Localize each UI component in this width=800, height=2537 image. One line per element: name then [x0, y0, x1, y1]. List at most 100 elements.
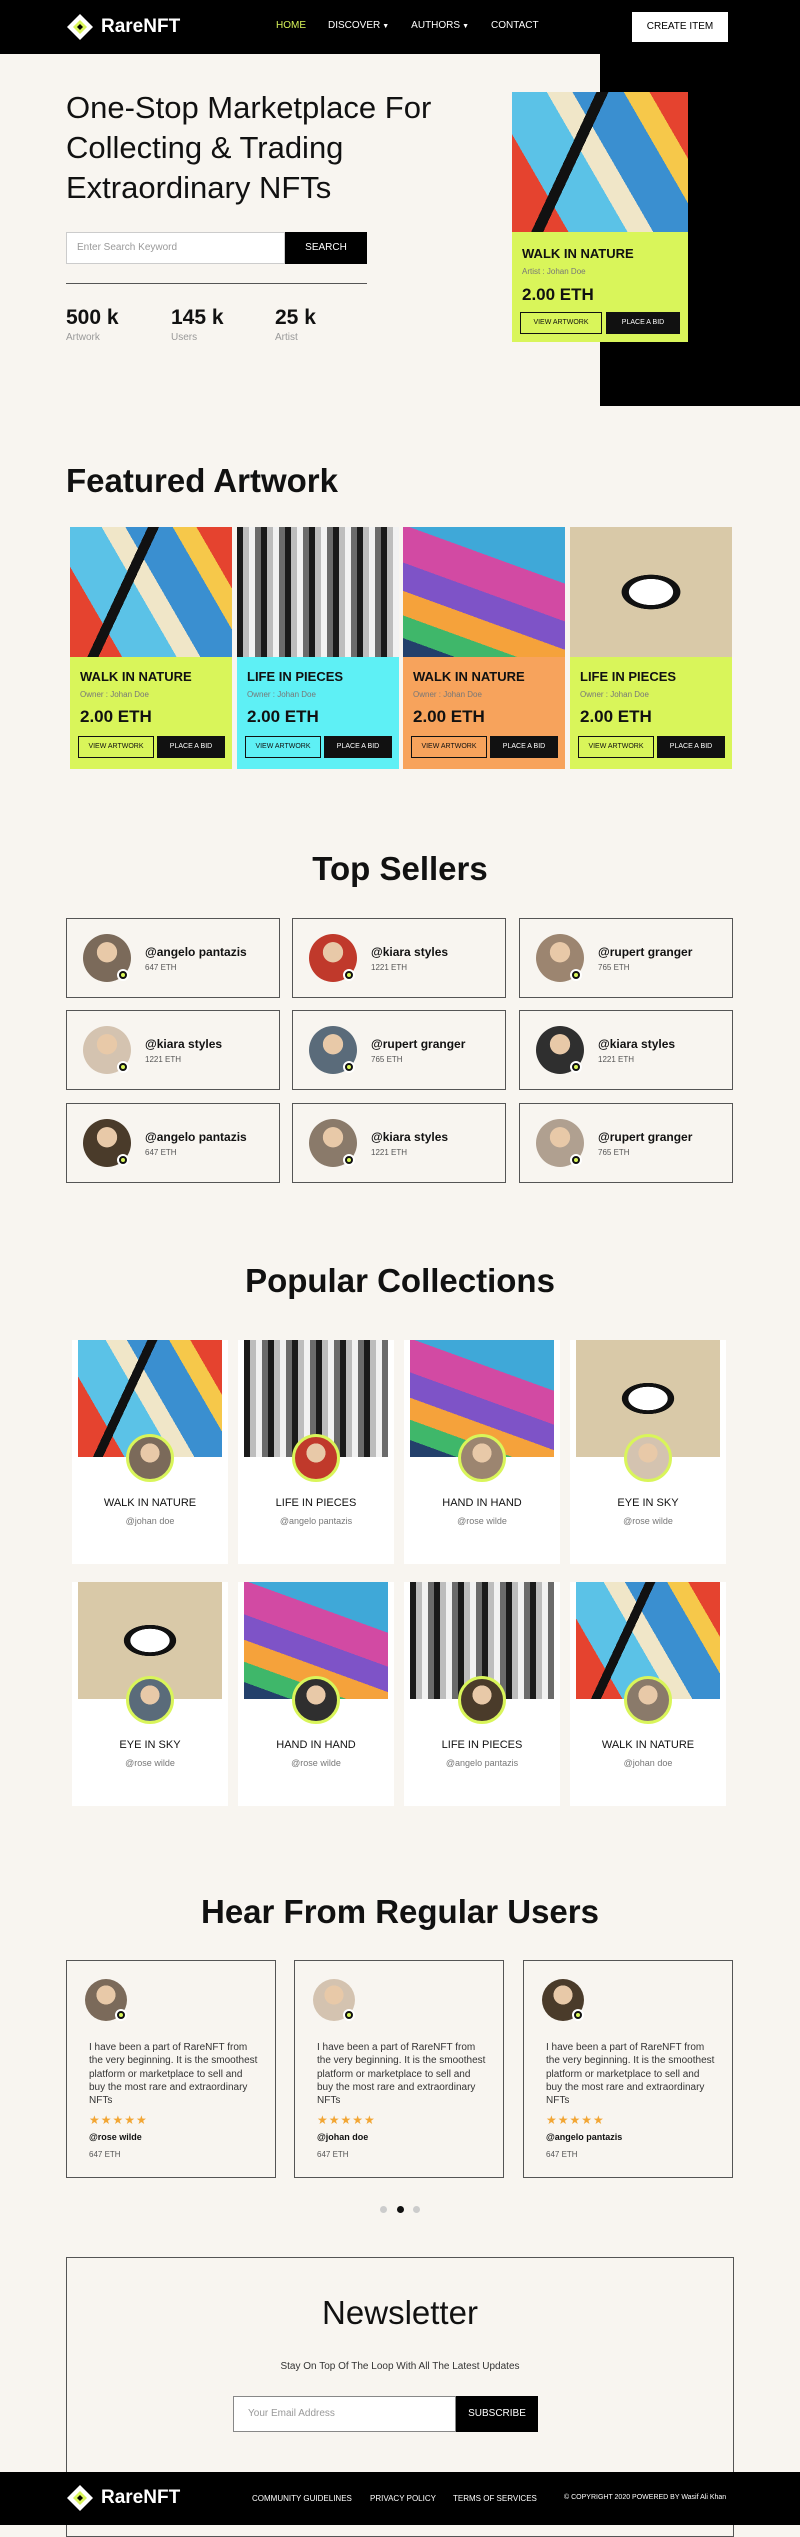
- collection-card[interactable]: WALK IN NATURE @johan doe: [570, 1582, 726, 1806]
- avatar[interactable]: [624, 1434, 672, 1482]
- card-price: 2.00 ETH: [580, 707, 652, 726]
- view-artwork-button[interactable]: VIEW ARTWORK: [411, 736, 487, 758]
- card-title: LIFE IN PIECES: [580, 669, 677, 684]
- testimonial-text: I have been a part of RareNFT from the v…: [317, 2042, 486, 2107]
- featured-card: LIFE IN PIECES Owner : Johan Doe 2.00 ETH V…: [237, 527, 399, 769]
- footer-link-community[interactable]: COMMUNITY GUIDELINES: [252, 2494, 352, 2503]
- collection-title: EYE IN SKY: [617, 1497, 679, 1509]
- carousel-dot-1[interactable]: [380, 2206, 387, 2213]
- newsletter-title: Newsletter: [322, 2294, 478, 2331]
- collection-card[interactable]: LIFE IN PIECES @angelo pantazis: [404, 1582, 560, 1806]
- brand-name: RareNFT: [101, 16, 181, 37]
- collection-title: LIFE IN PIECES: [441, 1739, 523, 1751]
- nav-home[interactable]: HOME: [276, 20, 306, 31]
- nav-discover[interactable]: DISCOVER ▼: [328, 20, 389, 31]
- collection-card[interactable]: HAND IN HAND @rose wilde: [238, 1582, 394, 1806]
- seller-card[interactable]: @kiara styles 1221 ETH: [292, 1103, 506, 1183]
- nav-authors[interactable]: AUTHORS ▼: [411, 20, 469, 31]
- seller-card[interactable]: @rupert granger 765 ETH: [519, 1103, 733, 1183]
- seller-card[interactable]: @rupert granger 765 ETH: [292, 1010, 506, 1090]
- view-artwork-button[interactable]: VIEW ARTWORK: [78, 736, 154, 758]
- seller-eth: 1221 ETH: [598, 1055, 635, 1064]
- testimonial-author: @rose wilde: [89, 2132, 142, 2142]
- avatar[interactable]: [458, 1434, 506, 1482]
- featured-title: Featured Artwork: [66, 462, 338, 499]
- collection-card[interactable]: LIFE IN PIECES @angelo pantazis: [238, 1340, 394, 1564]
- stat-value: 145 k: [171, 306, 224, 329]
- collection-card[interactable]: EYE IN SKY @rose wilde: [72, 1582, 228, 1806]
- card-title: WALK IN NATURE: [522, 246, 634, 261]
- stat-value: 25 k: [275, 306, 316, 329]
- testimonial-text: I have been a part of RareNFT from the v…: [546, 2042, 715, 2107]
- stat-value: 500 k: [66, 306, 119, 329]
- place-bid-button[interactable]: PLACE A BID: [657, 736, 725, 758]
- star-rating-icon: ★★★★★: [317, 2113, 376, 2127]
- collection-owner: @rose wilde: [125, 1758, 175, 1768]
- avatar[interactable]: [292, 1434, 340, 1482]
- main-nav: HOME DISCOVER ▼ AUTHORS ▼ CONTACT: [276, 20, 561, 31]
- nft-artwork-image[interactable]: [403, 527, 565, 657]
- verified-badge-icon: [117, 1154, 129, 1166]
- nft-artwork-image[interactable]: [570, 527, 732, 657]
- collection-owner: @johan doe: [623, 1758, 673, 1768]
- stat-artwork: 500 k Artwork: [66, 306, 119, 343]
- verified-badge-icon: [570, 1061, 582, 1073]
- search-input[interactable]: Enter Search Keyword: [66, 232, 285, 264]
- view-artwork-button[interactable]: VIEW ARTWORK: [578, 736, 654, 758]
- avatar[interactable]: [126, 1434, 174, 1482]
- seller-card[interactable]: @angelo pantazis 647 ETH: [66, 918, 280, 998]
- verified-badge-icon: [343, 1154, 355, 1166]
- logo[interactable]: RareNFT: [66, 13, 180, 41]
- search-button[interactable]: SEARCH: [285, 232, 367, 264]
- card-owner: Owner : Johan Doe: [413, 690, 482, 699]
- testimonial-card: I have been a part of RareNFT from the v…: [66, 1960, 276, 2178]
- create-item-button[interactable]: CREATE ITEM: [632, 12, 728, 42]
- star-rating-icon: ★★★★★: [546, 2113, 605, 2127]
- seller-card[interactable]: @rupert granger 765 ETH: [519, 918, 733, 998]
- email-field[interactable]: Your Email Address: [233, 2396, 456, 2432]
- testimonial-eth: 647 ETH: [89, 2150, 121, 2159]
- top-navbar: RareNFT HOME DISCOVER ▼ AUTHORS ▼ CONTACT …: [0, 0, 800, 54]
- subscribe-button[interactable]: SUBSCRIBE: [456, 2396, 538, 2432]
- nft-artwork-image[interactable]: [70, 527, 232, 657]
- stat-label: Artwork: [66, 332, 100, 343]
- place-bid-button[interactable]: PLACE A BID: [490, 736, 558, 758]
- footer-logo[interactable]: RareNFT: [66, 2484, 180, 2512]
- seller-eth: 765 ETH: [371, 1055, 403, 1064]
- collection-card[interactable]: HAND IN HAND @rose wilde: [404, 1340, 560, 1564]
- nft-artwork-image[interactable]: [512, 92, 688, 232]
- nav-contact[interactable]: CONTACT: [491, 20, 539, 31]
- seller-eth: 647 ETH: [145, 1148, 177, 1157]
- collection-card[interactable]: EYE IN SKY @rose wilde: [570, 1340, 726, 1564]
- place-bid-button[interactable]: PLACE A BID: [606, 312, 680, 334]
- seller-name: @kiara styles: [145, 1037, 223, 1051]
- seller-card[interactable]: @kiara styles 1221 ETH: [66, 1010, 280, 1090]
- seller-card[interactable]: @kiara styles 1221 ETH: [519, 1010, 733, 1090]
- card-price: 2.00 ETH: [247, 707, 319, 726]
- card-title: WALK IN NATURE: [80, 669, 192, 684]
- brand-name: RareNFT: [101, 2487, 181, 2508]
- carousel-dot-3[interactable]: [413, 2206, 420, 2213]
- collection-card[interactable]: WALK IN NATURE @johan doe: [72, 1340, 228, 1564]
- footer-link-terms[interactable]: TERMS OF SERVICES: [453, 2494, 537, 2503]
- carousel-dot-2[interactable]: [397, 2206, 404, 2213]
- avatar[interactable]: [126, 1676, 174, 1724]
- top-sellers-title: Top Sellers: [312, 850, 488, 887]
- collection-title: LIFE IN PIECES: [275, 1497, 357, 1509]
- seller-card[interactable]: @kiara styles 1221 ETH: [292, 918, 506, 998]
- collection-owner: @angelo pantazis: [445, 1758, 519, 1768]
- avatar[interactable]: [624, 1676, 672, 1724]
- avatar[interactable]: [292, 1676, 340, 1724]
- seller-eth: 765 ETH: [598, 963, 630, 972]
- collection-title: HAND IN HAND: [276, 1739, 356, 1751]
- view-artwork-button[interactable]: VIEW ARTWORK: [520, 312, 602, 334]
- seller-card[interactable]: @angelo pantazis 647 ETH: [66, 1103, 280, 1183]
- avatar[interactable]: [458, 1676, 506, 1724]
- place-bid-button[interactable]: PLACE A BID: [324, 736, 392, 758]
- footer-link-privacy[interactable]: PRIVACY POLICY: [370, 2494, 436, 2503]
- seller-name: @rupert granger: [371, 1037, 466, 1051]
- nav-authors-label: AUTHORS: [411, 20, 461, 31]
- view-artwork-button[interactable]: VIEW ARTWORK: [245, 736, 321, 758]
- place-bid-button[interactable]: PLACE A BID: [157, 736, 225, 758]
- nft-artwork-image[interactable]: [237, 527, 399, 657]
